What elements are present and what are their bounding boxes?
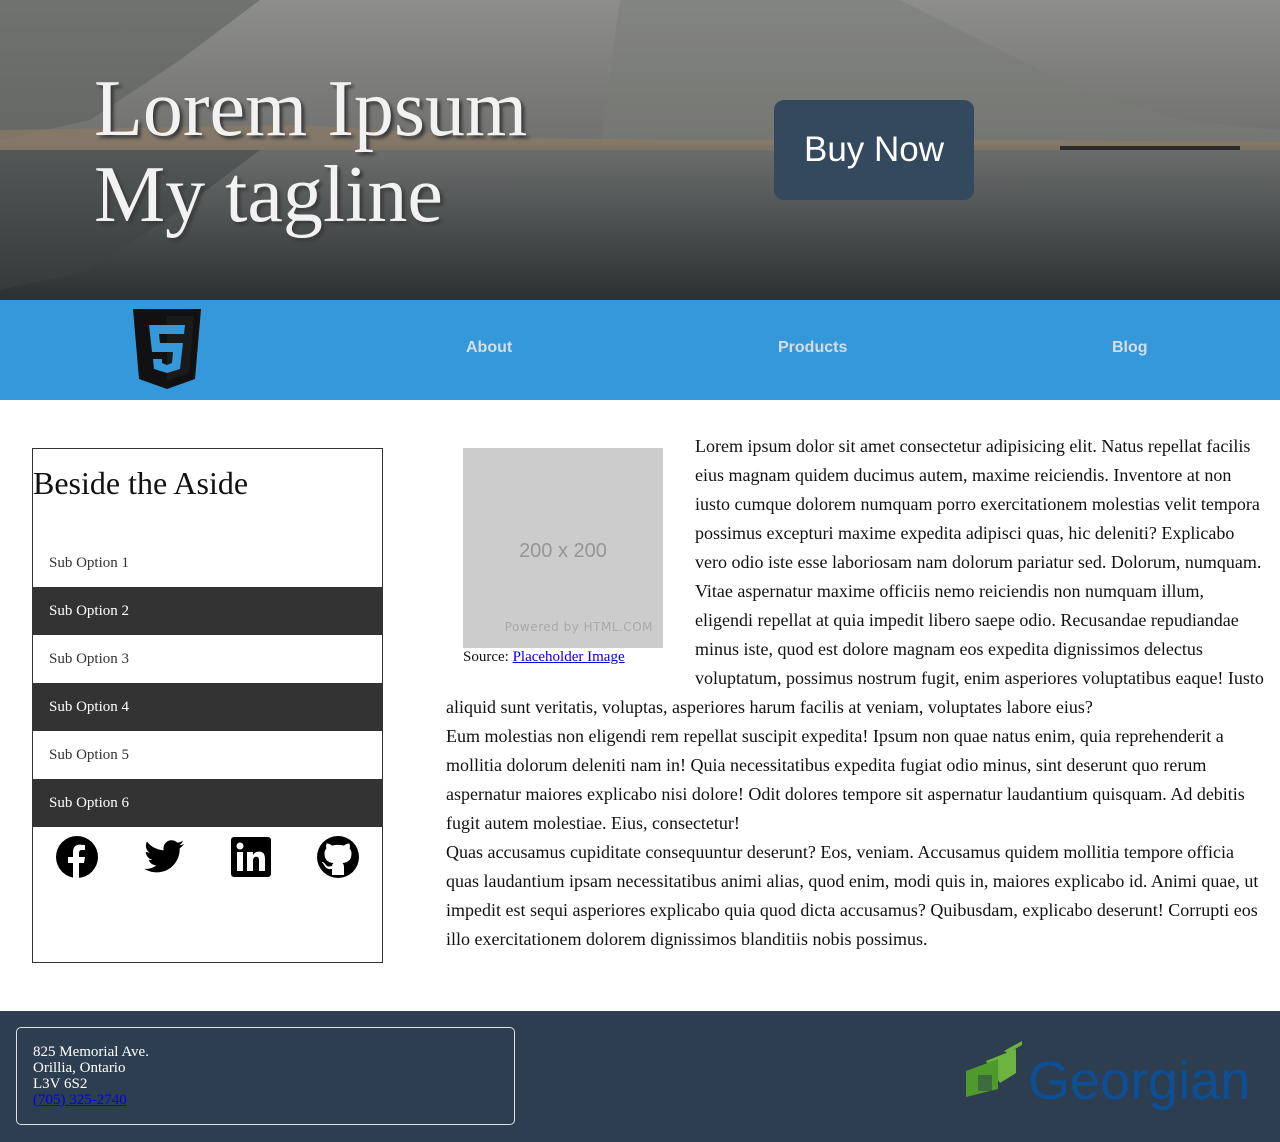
hero-banner: Lorem Ipsum My tagline Buy Now [0,0,1280,300]
buy-now-button[interactable]: Buy Now [774,100,974,200]
main-nav: About Products Blog [0,300,1280,400]
address-city: Orillia, Ontario [33,1060,126,1076]
caption-link[interactable]: Placeholder Image [513,649,625,665]
sidebar-option-3[interactable]: Sub Option 3 [33,635,382,683]
paragraph-3: Eum molestias non eligendi rem repellat … [446,726,1245,833]
placeholder-figure: 200 x 200 Powered by HTML.COM Source: Pl… [463,448,695,686]
hero-tagline: My tagline [94,151,443,239]
social-links [33,835,382,879]
placeholder-image: 200 x 200 Powered by HTML.COM [463,448,663,648]
figure-caption: Source: Placeholder Image [463,648,695,666]
nav-products[interactable]: Products [778,339,847,357]
hero-title: Lorem Ipsum My tagline [94,66,527,238]
placeholder-powered-by: Powered by HTML.COM [504,620,653,634]
sidebar-options: Sub Option 1 Sub Option 2 Sub Option 3 S… [33,539,382,827]
twitter-icon[interactable] [142,835,186,879]
sidebar-option-1[interactable]: Sub Option 1 [33,539,382,587]
georgian-logo-text: Georgian [1028,1051,1250,1111]
html5-logo-icon[interactable] [133,309,201,389]
facebook-icon[interactable] [55,835,99,879]
sidebar-option-5[interactable]: Sub Option 5 [33,731,382,779]
hero-title-line1: Lorem Ipsum [94,65,528,153]
address-postal: L3V 6S2 [33,1076,88,1092]
sidebar: Beside the Aside Sub Option 1 Sub Option… [32,448,383,963]
placeholder-dimensions: 200 x 200 [519,540,607,562]
footer: 825 Memorial Ave. Orillia, Ontario L3V 6… [0,1011,1280,1142]
sidebar-option-4[interactable]: Sub Option 4 [33,683,382,731]
sidebar-option-6[interactable]: Sub Option 6 [33,779,382,827]
sidebar-title: Beside the Aside [33,465,249,501]
caption-prefix: Source: [463,649,513,665]
github-icon[interactable] [316,835,360,879]
sidebar-option-2[interactable]: Sub Option 2 [33,587,382,635]
georgian-logo: Georgian [966,1041,1250,1111]
nav-about[interactable]: About [466,339,512,357]
phone-link[interactable]: (705) 325-2740 [33,1092,127,1108]
main-content: 200 x 200 Powered by HTML.COM Source: Pl… [446,432,1266,954]
linkedin-icon[interactable] [229,835,273,879]
address-street: 825 Memorial Ave. [33,1044,149,1060]
address-box: 825 Memorial Ave. Orillia, Ontario L3V 6… [16,1027,515,1125]
nav-blog[interactable]: Blog [1112,339,1148,357]
paragraph-4: Quas accusamus cupiditate consequuntur d… [446,842,1259,949]
